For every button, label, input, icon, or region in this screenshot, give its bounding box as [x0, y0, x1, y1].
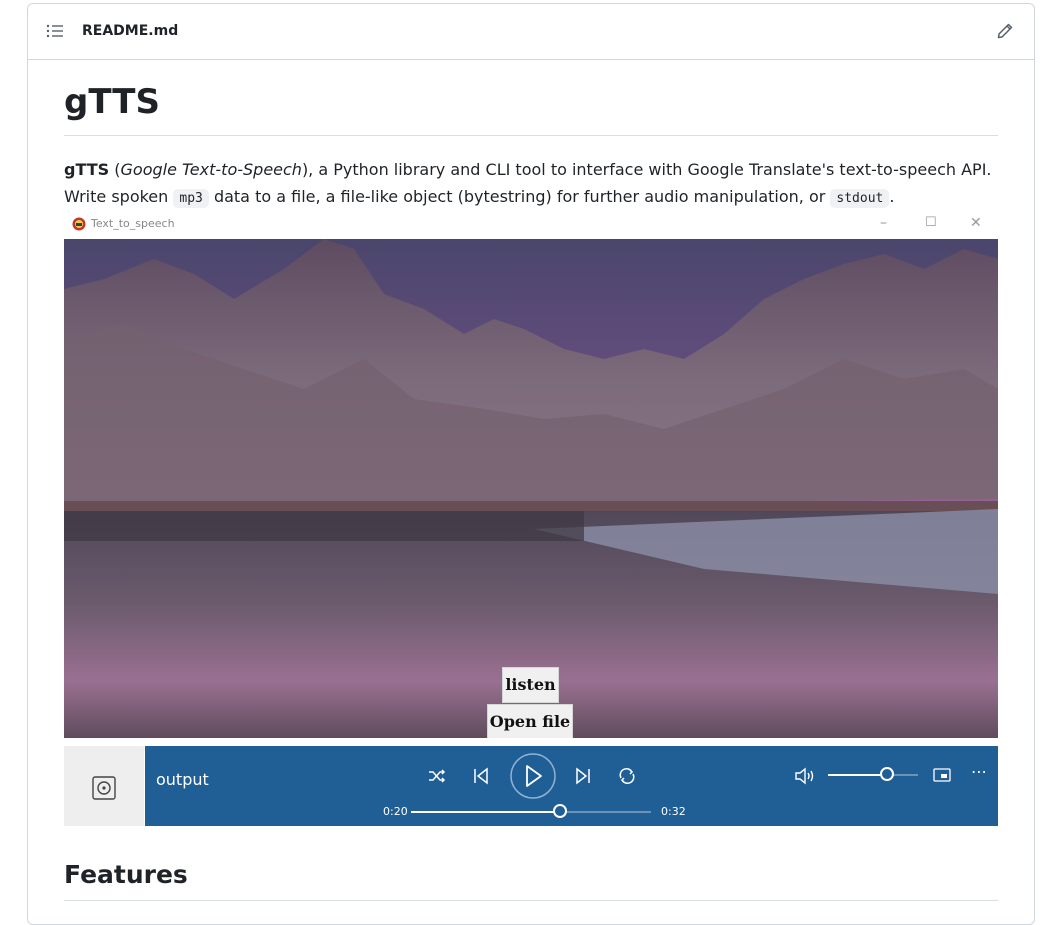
app-title: Text_to_speech	[91, 217, 175, 230]
track-name: output	[156, 770, 209, 789]
list-icon[interactable]	[46, 23, 64, 39]
file-header: README.md	[28, 4, 1034, 60]
intro-rest2: data to a file, a file-like object (byte…	[208, 187, 831, 206]
title-divider	[64, 135, 998, 136]
readme-card: README.md gTTS gTTS (Google Text-to-Spee…	[27, 3, 1035, 925]
album-art	[64, 746, 144, 826]
seek-fill	[411, 811, 560, 813]
volume-slider-handle[interactable]	[879, 767, 894, 781]
file-name[interactable]: README.md	[82, 23, 178, 39]
play-icon[interactable]	[509, 752, 557, 800]
intro-end: .	[889, 187, 895, 206]
page-title: gTTS	[64, 82, 160, 122]
pencil-icon[interactable]	[996, 22, 1014, 40]
volume-icon[interactable]	[794, 766, 816, 786]
landscape-image: listen Open file	[64, 239, 998, 738]
code-stdout: stdout	[830, 189, 890, 208]
media-player: output ⋯ 0:20 0:32	[145, 746, 998, 826]
mini-view-icon[interactable]	[933, 768, 951, 782]
previous-icon[interactable]	[472, 767, 490, 785]
intro-em: Google Text-to-Speech	[120, 160, 302, 179]
features-heading: Features	[64, 860, 188, 889]
more-icon[interactable]: ⋯	[971, 762, 987, 781]
intro-paragraph: gTTS (Google Text-to-Speech), a Python l…	[64, 156, 998, 212]
seek-track	[559, 811, 651, 813]
app-titlebar: Text_to_speech – ☐ ✕	[64, 212, 998, 239]
intro-strong: gTTS	[64, 160, 110, 179]
app-icon	[72, 217, 86, 231]
listen-button[interactable]: listen	[502, 667, 559, 703]
intro-open: (	[109, 160, 121, 179]
minimize-icon[interactable]: –	[880, 215, 887, 231]
code-mp3: mp3	[173, 189, 209, 208]
shuffle-icon[interactable]	[427, 767, 447, 785]
elapsed-time: 0:20	[383, 805, 408, 818]
app-screenshot: Text_to_speech – ☐ ✕ listen Open file ou…	[64, 212, 998, 828]
repeat-icon[interactable]	[617, 766, 637, 786]
total-time: 0:32	[661, 805, 686, 818]
maximize-icon[interactable]: ☐	[925, 215, 937, 230]
volume-fill	[828, 774, 887, 776]
features-divider	[64, 900, 998, 901]
seek-slider-handle[interactable]	[552, 804, 567, 818]
next-icon[interactable]	[574, 767, 592, 785]
close-icon[interactable]: ✕	[970, 215, 982, 231]
disc-icon	[92, 776, 116, 800]
open-file-button[interactable]: Open file	[487, 704, 573, 738]
